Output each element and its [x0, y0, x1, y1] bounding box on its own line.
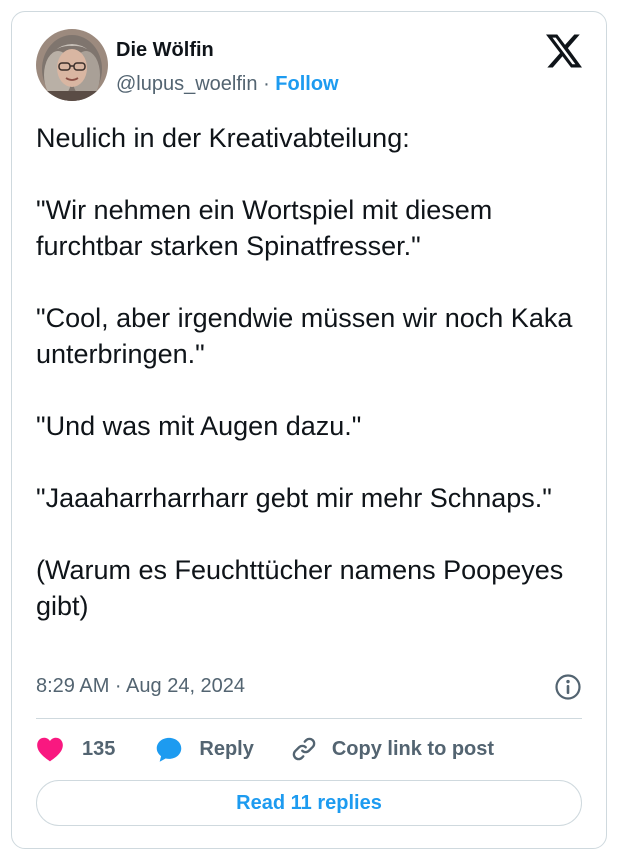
link-icon [290, 735, 318, 763]
read-replies-label: Read 11 replies [236, 791, 382, 814]
copy-link-button[interactable]: Copy link to post [290, 735, 494, 763]
handle-separator: · [263, 73, 270, 95]
follow-button[interactable]: Follow [275, 73, 338, 95]
tweet-text: Neulich in der Kreativabteilung: "Wir ne… [36, 123, 573, 621]
reply-bubble-icon [155, 736, 183, 763]
like-button[interactable]: 135 [36, 736, 115, 762]
reply-label: Reply [199, 737, 254, 760]
info-icon[interactable] [554, 673, 582, 701]
heart-icon [36, 736, 64, 762]
author-handle-row: @lupus_woelfin · Follow [116, 72, 339, 96]
tweet-card: Die Wölfin @lupus_woelfin · Follow Neuli… [11, 11, 607, 849]
copy-link-label: Copy link to post [331, 737, 495, 760]
avatar[interactable] [36, 29, 108, 101]
author-name[interactable]: Die Wölfin [116, 38, 214, 62]
action-bar: 135 Reply Copy link to post [36, 730, 494, 768]
reply-button[interactable]: Reply [155, 736, 254, 763]
like-count: 135 [82, 737, 116, 760]
read-replies-button[interactable]: Read 11 replies [36, 780, 582, 826]
tweet-timestamp[interactable]: 8:29 AM · Aug 24, 2024 [36, 673, 245, 699]
author-handle[interactable]: @lupus_woelfin [116, 73, 258, 95]
divider [36, 718, 582, 719]
x-logo-icon[interactable] [546, 34, 582, 68]
profile-photo [36, 29, 108, 101]
